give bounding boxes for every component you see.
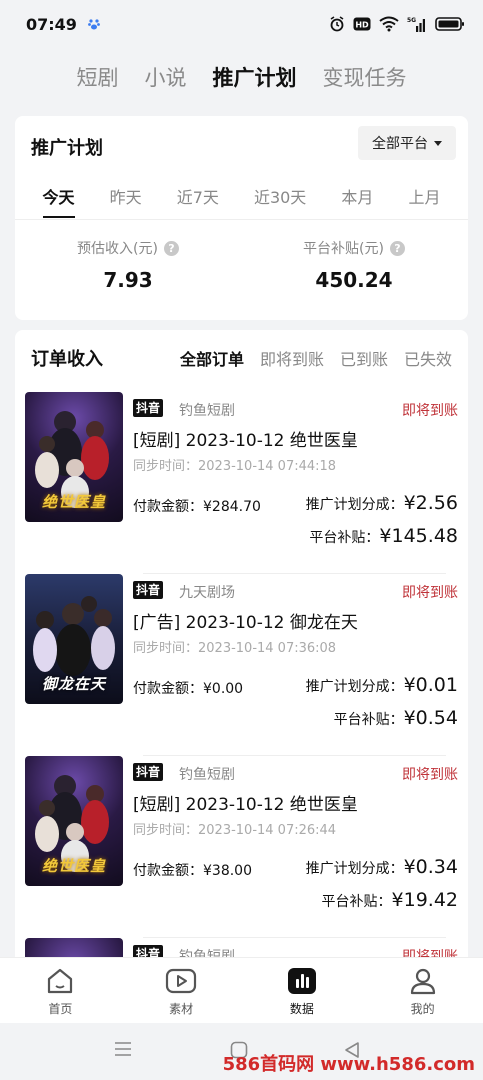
- plan-share: 推广计划分成：¥0.34: [305, 856, 458, 878]
- chart-icon: [286, 966, 318, 996]
- order-item[interactable]: 御龙在天 抖音 九天剧场 即将到账 [广告] 2023-10-12 御龙在天 同…: [25, 574, 458, 756]
- order-title: [广告] 2023-10-12 御龙在天: [133, 613, 358, 633]
- period-tab-30days[interactable]: 近30天: [254, 178, 306, 218]
- hd-icon: HD: [353, 16, 371, 32]
- cellular-signal-icon: 5G: [407, 16, 427, 32]
- poster-title: 御龙在天: [41, 675, 106, 693]
- tab-novel[interactable]: 小说: [145, 62, 187, 92]
- user-icon: [407, 966, 439, 996]
- menu-icon[interactable]: [114, 1041, 132, 1061]
- nav-materials[interactable]: 素材: [121, 958, 242, 1023]
- platform-tag: 抖音: [133, 399, 164, 417]
- tab-promotion-plan[interactable]: 推广计划: [213, 62, 297, 92]
- filter-pending[interactable]: 即将到账: [260, 346, 324, 370]
- filter-received[interactable]: 已到账: [340, 346, 388, 370]
- status-bar: 07:49 HD 5G: [0, 0, 483, 48]
- drama-poster: 御龙在天: [25, 574, 123, 704]
- tab-short-drama[interactable]: 短剧: [77, 62, 119, 92]
- plan-share: 推广计划分成：¥2.56: [305, 492, 458, 514]
- poster-title: 绝世医皇: [41, 493, 106, 511]
- platform-select-label: 全部平台: [372, 136, 428, 152]
- nav-home[interactable]: 首页: [0, 958, 121, 1023]
- orders-title: 订单收入: [31, 349, 103, 370]
- platform-subsidy-value: 450.24: [315, 268, 393, 292]
- svg-text:HD: HD: [355, 21, 369, 30]
- plan-title: 推广计划: [31, 138, 103, 159]
- period-tab-this-month[interactable]: 本月: [341, 178, 373, 218]
- status-icons: HD 5G: [329, 16, 465, 32]
- period-tab-today[interactable]: 今天: [42, 178, 75, 218]
- order-status: 即将到账: [402, 767, 458, 783]
- estimated-income-label: 预估收入(元): [77, 241, 158, 257]
- drama-poster: 绝世医皇: [25, 392, 123, 522]
- platform-subsidy-label: 平台补贴(元): [303, 241, 384, 257]
- platform-subsidy: 平台补贴(元) ? 450.24: [241, 238, 467, 292]
- svg-text:5G: 5G: [407, 17, 416, 24]
- top-tabs: 短剧 小说 推广计划 变现任务: [0, 52, 483, 102]
- caret-down-icon: [434, 140, 442, 146]
- estimated-income-value: 7.93: [103, 268, 153, 292]
- order-status: 即将到账: [402, 585, 458, 601]
- platform-tag: 抖音: [133, 763, 164, 781]
- tab-monetization-tasks[interactable]: 变现任务: [323, 62, 407, 92]
- play-icon: [165, 966, 197, 996]
- platform-select[interactable]: 全部平台: [358, 126, 456, 160]
- period-tab-last-month[interactable]: 上月: [408, 178, 440, 218]
- order-item[interactable]: 绝世医皇 抖音 钓鱼短剧 即将到账 [短剧] 2023-10-12 绝世医皇 同…: [25, 756, 458, 938]
- period-tabs: 今天 昨天 近7天 近30天 本月 上月: [15, 178, 468, 218]
- sync-time: 同步时间：2023-10-14 07:44:18: [133, 459, 337, 474]
- period-tab-7days[interactable]: 近7天: [177, 178, 219, 218]
- drama-poster: 绝世医皇: [25, 756, 123, 886]
- orders-header: 订单收入 全部订单 即将到账 已到账 已失效: [15, 330, 468, 386]
- battery-icon: [435, 16, 465, 32]
- order-title: [短剧] 2023-10-12 绝世医皇: [133, 431, 358, 451]
- pay-amount: 付款金额：¥284.70: [133, 499, 261, 515]
- nav-mine[interactable]: 我的: [362, 958, 483, 1023]
- order-title: [短剧] 2023-10-12 绝世医皇: [133, 795, 358, 815]
- nav-label: 我的: [410, 1002, 435, 1016]
- home-icon: [44, 966, 76, 996]
- paw-icon: [87, 17, 101, 31]
- period-tab-yesterday[interactable]: 昨天: [110, 178, 142, 218]
- alarm-icon: [329, 16, 345, 32]
- bottom-nav: 首页 素材 数据 我的: [0, 957, 483, 1023]
- filter-all-orders[interactable]: 全部订单: [180, 346, 244, 370]
- order-filters: 全部订单 即将到账 已到账 已失效: [180, 346, 452, 370]
- platform-tag: 抖音: [133, 581, 164, 599]
- sync-time: 同步时间：2023-10-14 07:36:08: [133, 641, 337, 656]
- platform-subsidy: 平台补贴：¥19.42: [321, 889, 458, 911]
- order-source: 钓鱼短剧: [179, 403, 235, 419]
- status-time: 07:49: [26, 14, 77, 34]
- plan-share: 推广计划分成：¥0.01: [305, 674, 458, 696]
- poster-title: 绝世医皇: [41, 857, 106, 875]
- estimated-income: 预估收入(元) ? 7.93: [15, 238, 241, 292]
- nav-label: 素材: [169, 1002, 194, 1016]
- nav-label: 数据: [289, 1002, 314, 1016]
- help-icon[interactable]: ?: [163, 240, 179, 256]
- order-source: 钓鱼短剧: [179, 767, 235, 783]
- nav-label: 首页: [48, 1002, 73, 1016]
- watermark: 586首码网 www.h586.com: [222, 1054, 475, 1075]
- wifi-icon: [379, 16, 399, 32]
- order-source: 九天剧场: [179, 585, 235, 601]
- help-icon[interactable]: ?: [389, 240, 405, 256]
- order-status: 即将到账: [402, 403, 458, 419]
- platform-subsidy: 平台补贴：¥0.54: [333, 707, 458, 729]
- pay-amount: 付款金额：¥38.00: [133, 863, 252, 879]
- promotion-plan-card: 推广计划 全部平台 今天 昨天 近7天 近30天 本月 上月 预估收入(元) ?…: [15, 116, 468, 320]
- pay-amount: 付款金额：¥0.00: [133, 681, 244, 697]
- platform-subsidy: 平台补贴：¥145.48: [309, 525, 458, 547]
- order-income-card: 订单收入 全部订单 即将到账 已到账 已失效 绝世医皇 抖音 钓鱼短剧 即将到账…: [15, 330, 468, 980]
- order-item[interactable]: 绝世医皇 抖音 钓鱼短剧 即将到账 [短剧] 2023-10-12 绝世医皇 同…: [25, 392, 458, 574]
- nav-data[interactable]: 数据: [242, 958, 363, 1023]
- sync-time: 同步时间：2023-10-14 07:26:44: [133, 823, 337, 838]
- divider: [15, 219, 468, 220]
- filter-expired[interactable]: 已失效: [404, 346, 452, 370]
